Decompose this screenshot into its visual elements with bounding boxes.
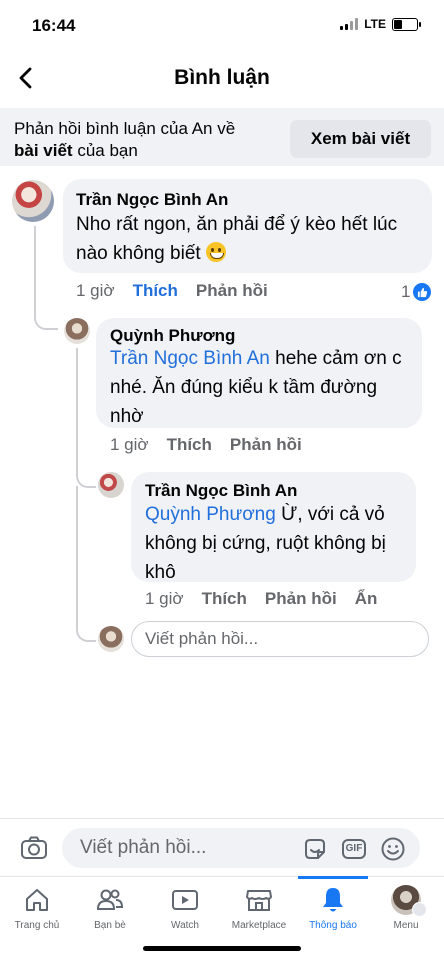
marketplace-icon	[246, 890, 272, 911]
comment-text-line: nhé. Ăn đúng kiểu k tầm đường	[110, 377, 378, 398]
tab-friends[interactable]: Bạn bè	[70, 884, 150, 931]
context-text: Phản hồi bình luận của An về bài viết củ…	[14, 118, 284, 162]
hide-button[interactable]: Ẩn	[355, 589, 378, 609]
gif-icon[interactable]: GIF	[341, 836, 367, 862]
sticker-icon[interactable]	[302, 836, 328, 862]
tab-label: Watch	[171, 920, 199, 931]
tab-menu[interactable]: Menu	[366, 884, 444, 931]
friends-icon	[96, 889, 124, 910]
thread-line	[34, 226, 58, 330]
comment-actions: 1 giờ Thích Phản hồi Ẩn	[145, 589, 395, 609]
comment-text-line: nhờ	[110, 406, 144, 427]
gif-label: GIF	[341, 839, 367, 859]
tab-label: Thông báo	[309, 920, 357, 931]
bell-icon	[323, 888, 343, 912]
comment-text-line: Ừ, với cả vỏ	[275, 504, 385, 525]
page-title: Bình luận	[174, 66, 270, 89]
tab-marketplace[interactable]: Marketplace	[219, 884, 299, 931]
comment-time: 1 giờ	[76, 281, 115, 300]
tab-label: Marketplace	[231, 920, 287, 931]
active-tab-indicator	[298, 876, 368, 879]
reply-button[interactable]: Phản hồi	[265, 589, 337, 609]
reply-button[interactable]: Phản hồi	[230, 435, 302, 455]
comment-author[interactable]: Quỳnh Phương	[110, 326, 235, 346]
comment-text-line: Nho rất ngon, ăn phải để ý kèo hết lúc	[76, 214, 398, 235]
tab-home[interactable]: Trang chủ	[0, 884, 77, 931]
emoji-icon[interactable]	[380, 836, 406, 862]
mention-link[interactable]: Quỳnh Phương	[145, 504, 276, 525]
status-time: 16:44	[32, 16, 76, 35]
tab-watch[interactable]: Watch	[145, 884, 225, 931]
comment-text: Trần Ngọc Bình An hehe cảm ơn c nhé. Ăn …	[110, 344, 402, 431]
comment-text-line: không bị cứng, ruột không bị	[145, 533, 386, 554]
reaction-count[interactable]: 1	[401, 282, 432, 302]
view-post-button[interactable]: Xem bài viết	[290, 120, 431, 158]
tab-label: Trang chủ	[14, 920, 60, 931]
mention-link[interactable]: Trần Ngọc Bình An	[110, 348, 270, 369]
signal-icon	[340, 18, 359, 30]
tab-label: Menu	[393, 920, 419, 931]
tab-label: Bạn bè	[94, 920, 126, 931]
reply-button[interactable]: Phản hồi	[196, 281, 268, 301]
thread-line	[76, 486, 96, 642]
composer-placeholder[interactable]: Viết phản hồi...	[80, 837, 206, 859]
context-text-prefix: Phản hồi bình luận của An về	[14, 119, 236, 138]
like-reaction-icon	[413, 283, 432, 301]
home-indicator	[143, 946, 301, 951]
watch-icon	[172, 890, 198, 910]
battery-icon	[392, 17, 421, 31]
like-button[interactable]: Thích	[202, 589, 247, 609]
comment-actions: 1 giờ Thích Phản hồi	[110, 435, 320, 455]
comment-text: Nho rất ngon, ăn phải để ý kèo hết lúc n…	[76, 210, 397, 268]
camera-icon[interactable]	[20, 834, 48, 862]
like-button[interactable]: Thích	[133, 281, 178, 301]
grinning-face-icon	[205, 242, 226, 262]
reply-input[interactable]: Viết phản hồi...	[131, 621, 429, 657]
context-text-bold: bài viết	[14, 141, 73, 160]
status-indicators: LTE	[340, 17, 421, 31]
like-button[interactable]: Thích	[167, 435, 212, 455]
avatar[interactable]	[64, 318, 90, 344]
home-icon	[26, 889, 48, 911]
comment-author[interactable]: Trần Ngọc Bình An	[145, 481, 297, 501]
network-label: LTE	[364, 17, 386, 31]
avatar[interactable]	[98, 472, 124, 498]
comment-actions: 1 giờ Thích Phản hồi	[76, 281, 286, 301]
comment-text: Quỳnh Phương Ừ, với cả vỏ không bị cứng,…	[145, 500, 386, 587]
comment-time: 1 giờ	[145, 589, 184, 608]
menu-icon	[412, 902, 427, 917]
comment-text-line: hehe cảm ơn c	[269, 348, 402, 369]
comment-time: 1 giờ	[110, 435, 149, 454]
comment-text-line: nào không biết	[76, 243, 201, 264]
context-text-suffix: của bạn	[72, 141, 138, 160]
avatar[interactable]	[12, 180, 54, 222]
divider	[0, 818, 444, 819]
thread-line	[76, 348, 96, 488]
like-count: 1	[401, 282, 411, 301]
comment-text-line: khô	[145, 562, 176, 583]
comment-author[interactable]: Trần Ngọc Bình An	[76, 190, 228, 210]
avatar	[98, 626, 124, 652]
tab-notifications[interactable]: Thông báo	[293, 884, 373, 931]
